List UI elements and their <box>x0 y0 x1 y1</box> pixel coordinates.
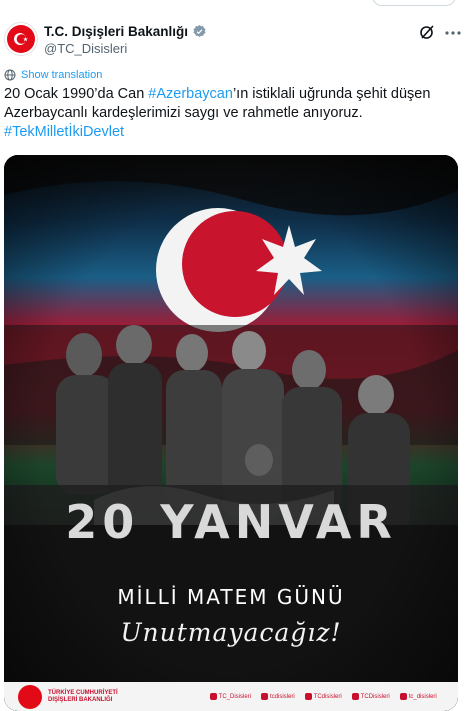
show-translation-link[interactable]: Show translation <box>4 69 102 81</box>
verified-badge-icon <box>193 24 206 37</box>
nsosyal-icon <box>399 693 407 700</box>
social-youtube: TCDisisleri <box>351 693 390 700</box>
tweet-text-part1: 20 Ocak 1990’da Can <box>4 86 149 102</box>
social-x: TC_Disisleri <box>209 693 251 700</box>
display-name[interactable]: T.C. Dışişleri Bakanlığı <box>44 24 188 39</box>
youtube-icon <box>351 693 359 700</box>
more-options-icon[interactable] <box>444 26 462 40</box>
handle[interactable]: @TC_Disisleri <box>44 41 127 56</box>
name-row: T.C. Dışişleri Bakanlığı <box>44 24 207 39</box>
tweet-header: T.C. Dışişleri Bakanlığı @TC_Disisleri <box>0 20 475 64</box>
ministry-seal-icon <box>18 684 42 709</box>
turkey-crescent-icon <box>7 25 35 53</box>
follow-button[interactable] <box>372 0 456 6</box>
instagram-icon <box>261 693 269 700</box>
ministry-name: TÜRKİYE CUMHURİYETİ DIŞİŞLERİ BAKANLIĞI <box>48 690 118 704</box>
poster-footer: TÜRKİYE CUMHURİYETİ DIŞİŞLERİ BAKANLIĞI … <box>4 682 458 711</box>
social-nsosyal: tc_disisleri <box>399 693 437 700</box>
show-translation-label[interactable]: Show translation <box>21 69 102 81</box>
x-icon <box>209 693 217 700</box>
hashtag-azerbaycan[interactable]: #Azerbaycan <box>148 86 233 102</box>
globe-icon <box>4 69 16 81</box>
hashtag-tekmilletikidevlet[interactable]: #TekMilletİkiDevlet <box>4 124 124 140</box>
tweet-media-image[interactable]: 20 YANVAR MİLLİ MATEM GÜNÜ Unutmayacağız… <box>4 155 458 711</box>
tweet-text: 20 Ocak 1990’da Can #Azerbaycan’ın istik… <box>4 85 464 142</box>
facebook-icon <box>304 693 312 700</box>
social-instagram: tcdisisleri <box>261 693 295 700</box>
avatar[interactable] <box>4 22 38 56</box>
poster-subtitle: MİLLİ MATEM GÜNÜ <box>117 585 345 609</box>
grok-icon[interactable] <box>419 24 435 40</box>
org-line2: DIŞİŞLERİ BAKANLIĞI <box>48 696 113 703</box>
top-strip <box>0 0 475 8</box>
org-line1: TÜRKİYE CUMHURİYETİ <box>48 689 118 696</box>
social-handles: TC_Disisleri tcdisisleri TCdisisleri TCD… <box>209 693 437 700</box>
poster-script: Unutmayacağız! <box>120 618 342 647</box>
social-facebook: TCdisisleri <box>304 693 342 700</box>
poster-title: 20 YANVAR <box>65 495 397 549</box>
